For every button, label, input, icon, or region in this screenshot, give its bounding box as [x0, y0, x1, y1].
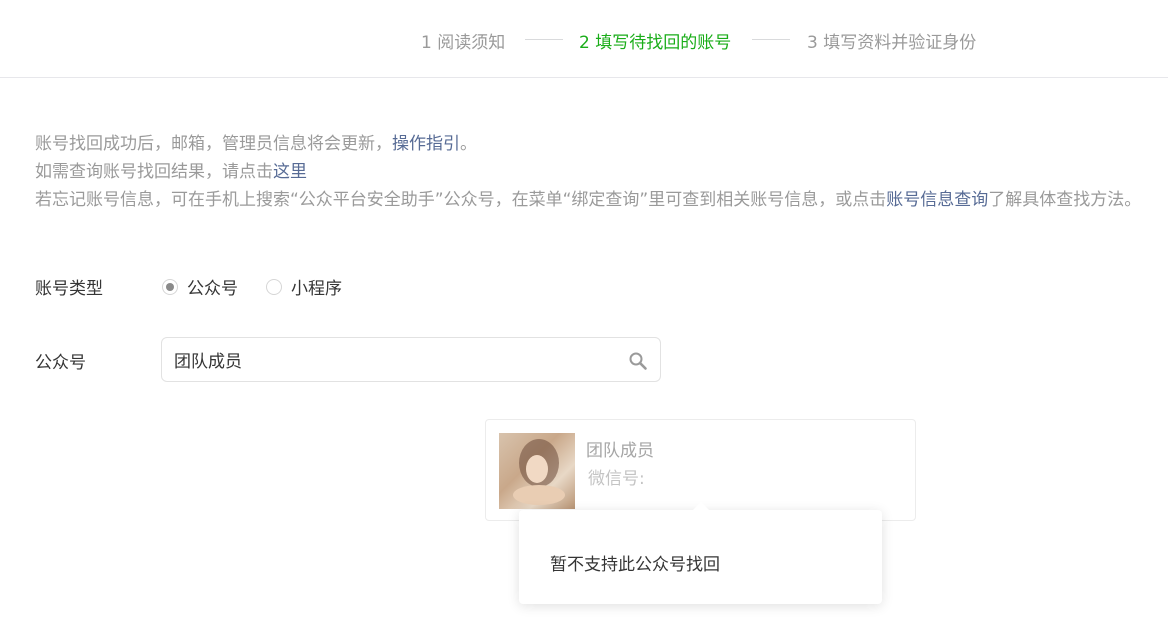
notice-line-3: 若忘记账号信息，可在手机上搜索“公众平台安全助手”公众号，在菜单“绑定查询”里可… [35, 186, 1141, 214]
account-search-box [161, 337, 661, 382]
guide-link[interactable]: 操作指引 [392, 134, 460, 154]
notice-line-1-text: 账号找回成功后，邮箱，管理员信息将会更新， [35, 134, 392, 154]
search-icon[interactable] [628, 351, 648, 371]
account-type-label: 账号类型 [35, 279, 103, 299]
radio-mini-program[interactable]: 小程序 [266, 274, 342, 299]
step-1: 1 阅读须知 [421, 33, 506, 53]
notice-line-1-end: 。 [460, 134, 477, 154]
notice-line-2: 如需查询账号找回结果，请点击这里 [35, 158, 1141, 186]
radio-official-account[interactable]: 公众号 [162, 274, 238, 299]
step-indicator: 1 阅读须知 2 填写待找回的账号 3 填写资料并验证身份 [0, 0, 1168, 78]
notice-text: 账号找回成功后，邮箱，管理员信息将会更新，操作指引。 如需查询账号找回结果，请点… [35, 130, 1141, 214]
step-divider [525, 39, 563, 40]
account-avatar [499, 433, 575, 509]
notice-line-2-text: 如需查询账号找回结果，请点击 [35, 162, 273, 182]
step-divider [752, 39, 790, 40]
radio-checked-icon [162, 278, 178, 295]
popover-message: 暂不支持此公众号找回 [550, 555, 720, 575]
account-search-input[interactable] [174, 338, 614, 381]
unsupported-popover: 暂不支持此公众号找回 [519, 502, 882, 604]
wechat-id-label: 微信号: [588, 469, 645, 489]
result-query-link[interactable]: 这里 [273, 162, 307, 182]
step-2-active: 2 填写待找回的账号 [579, 33, 732, 53]
account-info-query-link[interactable]: 账号信息查询 [886, 190, 988, 210]
result-account-name: 团队成员 [586, 441, 654, 461]
notice-line-3-end: 了解具体查找方法。 [988, 190, 1142, 210]
radio-unchecked-icon [266, 278, 282, 295]
radio-mini-program-label: 小程序 [291, 279, 342, 299]
step-3: 3 填写资料并验证身份 [807, 33, 977, 53]
radio-official-account-label: 公众号 [187, 279, 238, 299]
avatar-image [513, 439, 565, 505]
official-account-label: 公众号 [35, 353, 86, 373]
popover-arrow [693, 502, 709, 510]
result-wechat-id: 微信号: [586, 464, 647, 489]
notice-line-1: 账号找回成功后，邮箱，管理员信息将会更新，操作指引。 [35, 130, 1141, 158]
notice-line-3-text: 若忘记账号信息，可在手机上搜索“公众平台安全助手”公众号，在菜单“绑定查询”里可… [35, 190, 887, 210]
